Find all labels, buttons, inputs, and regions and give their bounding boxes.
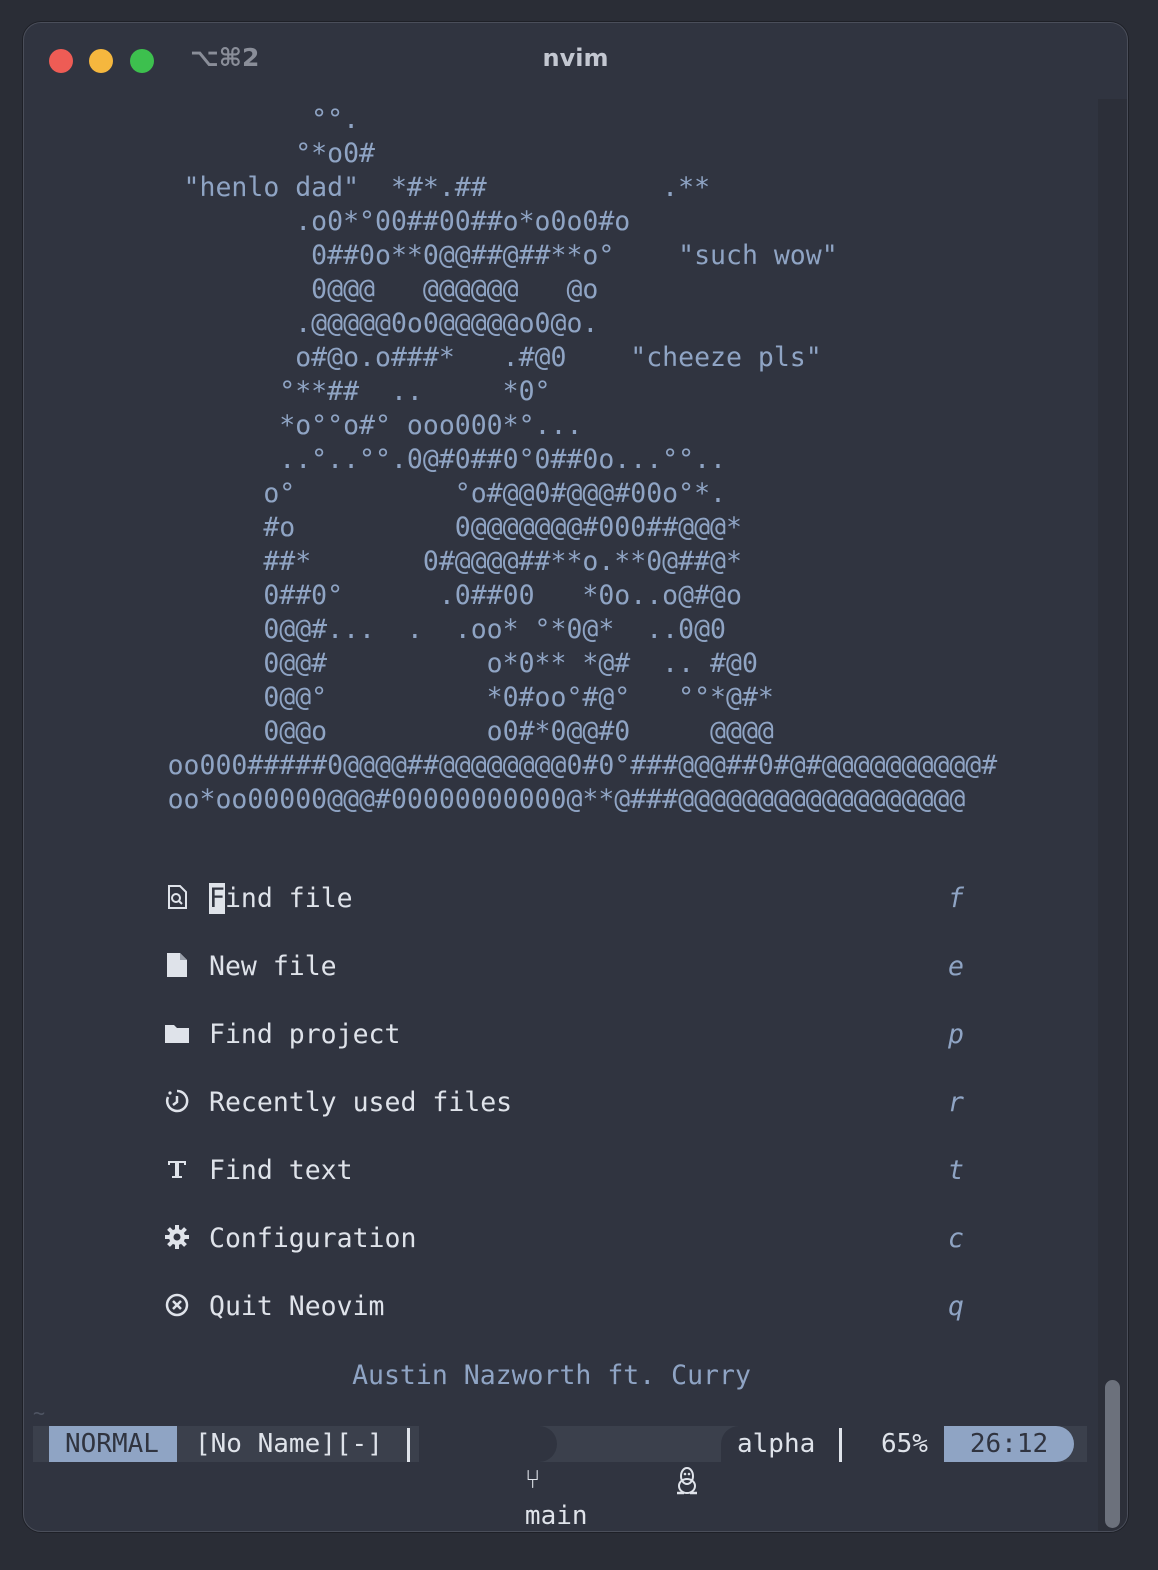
menu-item-find-project[interactable]: Find project p: [164, 1017, 964, 1057]
cursor: F: [209, 883, 225, 914]
title-bar: ⌥⌘2 nvim: [24, 23, 1127, 97]
menu-shortcut-key: r: [948, 1087, 964, 1118]
menu-item-find-text[interactable]: Find text t: [164, 1153, 964, 1193]
menu-item-configuration[interactable]: Configuration c: [164, 1221, 964, 1261]
terminal-window: ⌥⌘2 nvim °°. °*o0# "henlo dad" *#*.## .*…: [23, 22, 1128, 1532]
window-title: nvim: [542, 44, 609, 72]
menu-label: Quit Neovim: [209, 1291, 385, 1322]
text-icon: [164, 1155, 190, 1183]
menu-label: Configuration: [209, 1223, 417, 1254]
menu-shortcut-key: c: [948, 1223, 964, 1254]
menu-label: New file: [209, 951, 337, 982]
menu-item-recent-files[interactable]: Recently used files r: [164, 1085, 964, 1125]
branch-name: main: [524, 1501, 588, 1531]
menu-shortcut-key: e: [948, 951, 964, 982]
ascii-art-banner: °°. °*o0# "henlo dad" *#*.## .** .o0*°00…: [167, 104, 998, 815]
dashboard-footer: Austin Nazworth ft. Curry: [352, 1360, 751, 1391]
menu-label: Recently used files: [209, 1087, 513, 1118]
separator: [839, 1428, 842, 1462]
separator: [407, 1428, 410, 1462]
close-circle-icon: [164, 1291, 190, 1319]
status-line: NORMAL [No Name][-] ⑂ main alpha 65% 26:…: [33, 1426, 1087, 1531]
gear-icon: [164, 1223, 190, 1251]
mode-indicator: NORMAL: [49, 1426, 177, 1462]
empty-line-marker: ~: [33, 1401, 46, 1425]
filetype: alpha: [737, 1429, 816, 1459]
menu-label: Find file: [209, 883, 353, 914]
git-branch: ⑂ main: [431, 1426, 588, 1531]
linux-tux-icon: [581, 1426, 699, 1494]
menu-shortcut-key: p: [948, 1019, 964, 1050]
menu-shortcut-key: t: [948, 1155, 964, 1186]
scrollbar-thumb[interactable]: [1105, 1380, 1120, 1528]
cursor-position: 26:12: [944, 1426, 1074, 1462]
folder-icon: [164, 1019, 190, 1047]
menu-shortcut-key: q: [948, 1291, 964, 1322]
file-name: [No Name][-]: [195, 1429, 383, 1459]
menu-item-find-file[interactable]: Find file f: [164, 881, 964, 921]
new-file-icon: [164, 951, 190, 979]
menu-item-quit[interactable]: Quit Neovim q: [164, 1289, 964, 1329]
menu-label: Find text: [209, 1155, 353, 1186]
file-search-icon: [164, 883, 190, 911]
scrollbar-track[interactable]: [1098, 99, 1127, 1531]
git-branch-icon: ⑂: [524, 1465, 541, 1495]
menu-label: Find project: [209, 1019, 401, 1050]
scroll-percent: 65%: [881, 1429, 928, 1459]
menu-shortcut-key: f: [948, 883, 964, 914]
menu-item-new-file[interactable]: New file e: [164, 949, 964, 989]
history-icon: [164, 1087, 190, 1115]
